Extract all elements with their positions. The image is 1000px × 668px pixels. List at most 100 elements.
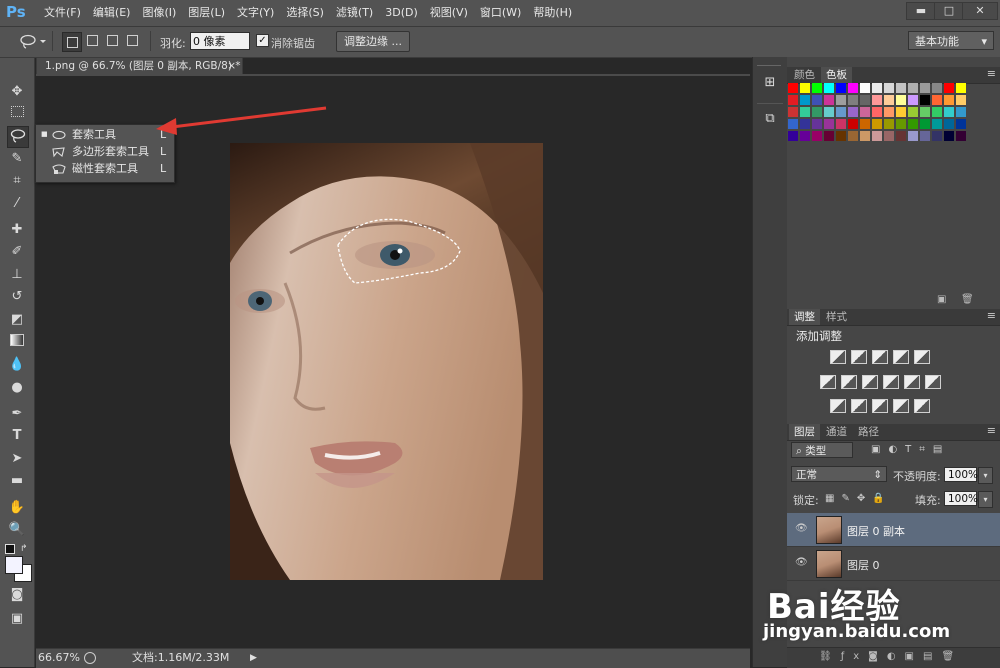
layer-row[interactable]: 👁 图层 0 bbox=[787, 547, 1000, 581]
tab-styles[interactable]: 样式 bbox=[821, 309, 852, 325]
posterize-icon[interactable] bbox=[851, 399, 867, 413]
color-swatch[interactable] bbox=[812, 131, 822, 141]
zoom-tool-icon[interactable]: 🔍 bbox=[7, 520, 27, 540]
gradient-map-icon[interactable] bbox=[914, 399, 930, 413]
subtract-selection-icon[interactable] bbox=[104, 32, 122, 50]
invert-icon[interactable] bbox=[830, 399, 846, 413]
blur-tool-icon[interactable]: 💧 bbox=[7, 355, 27, 375]
color-swatch[interactable] bbox=[836, 107, 846, 117]
color-swatch[interactable] bbox=[860, 119, 870, 129]
color-swatch[interactable] bbox=[848, 107, 858, 117]
quick-mask-icon[interactable]: ◙ bbox=[7, 585, 27, 605]
color-lookup-icon[interactable] bbox=[925, 375, 941, 389]
status-menu-arrow-icon[interactable]: ▶ bbox=[250, 649, 257, 667]
lasso-tool-icon[interactable] bbox=[7, 126, 29, 148]
color-swatch[interactable] bbox=[872, 83, 882, 93]
menu-window[interactable]: 窗口(W) bbox=[474, 0, 527, 26]
color-swatch[interactable] bbox=[920, 131, 930, 141]
color-swatch[interactable] bbox=[788, 83, 798, 93]
flyout-item-magnetic-lasso[interactable]: 磁性套索工具 L bbox=[36, 160, 174, 177]
fill-input[interactable]: 100% bbox=[944, 491, 978, 506]
status-info-icon[interactable] bbox=[84, 652, 96, 664]
workspace-select[interactable]: 基本功能 ▾ bbox=[908, 31, 994, 50]
zoom-level[interactable]: 66.67% bbox=[38, 649, 80, 667]
color-swatch[interactable] bbox=[800, 95, 810, 105]
eye-icon[interactable]: 👁 bbox=[795, 523, 808, 535]
threshold-icon[interactable] bbox=[872, 399, 888, 413]
eyedropper-tool-icon[interactable]: ⁄ bbox=[7, 194, 27, 214]
properties-panel-icon[interactable]: ⧉ bbox=[761, 111, 779, 129]
color-swatch[interactable] bbox=[920, 83, 930, 93]
color-swatch[interactable] bbox=[908, 83, 918, 93]
color-swatch[interactable] bbox=[932, 107, 942, 117]
intersect-selection-icon[interactable] bbox=[124, 32, 142, 50]
color-swatch[interactable] bbox=[848, 119, 858, 129]
color-swatch[interactable] bbox=[800, 131, 810, 141]
color-swatch[interactable] bbox=[848, 95, 858, 105]
layer-name[interactable]: 图层 0 副本 bbox=[847, 523, 905, 539]
move-tool-icon[interactable]: ✥ bbox=[7, 82, 27, 102]
tab-layers[interactable]: 图层 bbox=[789, 424, 820, 440]
history-brush-tool-icon[interactable]: ↺ bbox=[7, 287, 27, 307]
close-window-button[interactable]: ✕ bbox=[962, 2, 998, 20]
opacity-input[interactable]: 100% bbox=[944, 467, 978, 482]
color-balance-icon[interactable] bbox=[841, 375, 857, 389]
color-swatch[interactable] bbox=[944, 83, 954, 93]
foreground-color-swatch[interactable] bbox=[5, 556, 23, 574]
panel-menu-icon[interactable]: ≡ bbox=[987, 424, 996, 437]
history-panel-icon[interactable]: ⊞ bbox=[761, 75, 779, 93]
blend-mode-select[interactable]: 正常 ⇕ bbox=[791, 466, 887, 482]
color-swatch[interactable] bbox=[884, 83, 894, 93]
black-white-icon[interactable] bbox=[862, 375, 878, 389]
minimize-button[interactable]: ▬ bbox=[906, 2, 936, 20]
menu-view[interactable]: 视图(V) bbox=[424, 0, 474, 26]
menu-help[interactable]: 帮助(H) bbox=[527, 0, 578, 26]
color-swatch[interactable] bbox=[860, 131, 870, 141]
color-swatch[interactable] bbox=[920, 119, 930, 129]
color-swatch[interactable] bbox=[884, 119, 894, 129]
close-document-icon[interactable]: × bbox=[227, 58, 236, 75]
color-swatch[interactable] bbox=[944, 131, 954, 141]
hand-tool-icon[interactable]: ✋ bbox=[7, 498, 27, 518]
color-swatch[interactable] bbox=[848, 131, 858, 141]
swatch-grid[interactable] bbox=[788, 83, 988, 163]
layer-filter-select[interactable]: ⌕ 类型 bbox=[791, 442, 853, 458]
color-swatch[interactable] bbox=[932, 131, 942, 141]
panel-menu-icon[interactable]: ≡ bbox=[987, 67, 996, 80]
menu-image[interactable]: 图像(I) bbox=[136, 0, 182, 26]
menu-layer[interactable]: 图层(L) bbox=[182, 0, 231, 26]
marquee-tool-icon[interactable] bbox=[7, 104, 27, 124]
color-swatch[interactable] bbox=[788, 131, 798, 141]
color-swatch[interactable] bbox=[932, 83, 942, 93]
color-swatch[interactable] bbox=[824, 107, 834, 117]
color-swatch[interactable] bbox=[824, 83, 834, 93]
gradient-tool-icon[interactable] bbox=[7, 333, 27, 353]
document-image[interactable] bbox=[230, 143, 543, 580]
trash-icon[interactable]: 🗑 bbox=[961, 294, 974, 305]
refine-edge-button[interactable]: 调整边缘 ... bbox=[336, 31, 410, 52]
color-swatch[interactable] bbox=[812, 107, 822, 117]
vibrance-icon[interactable] bbox=[914, 350, 930, 364]
color-swatch[interactable] bbox=[944, 119, 954, 129]
channel-mixer-icon[interactable] bbox=[904, 375, 920, 389]
color-swatch[interactable] bbox=[956, 119, 966, 129]
levels-icon[interactable] bbox=[851, 350, 867, 364]
color-swatch[interactable] bbox=[932, 119, 942, 129]
color-swatch[interactable] bbox=[908, 107, 918, 117]
color-swatch[interactable] bbox=[944, 107, 954, 117]
tab-color[interactable]: 颜色 bbox=[789, 67, 820, 83]
color-swatch[interactable] bbox=[872, 119, 882, 129]
selective-color-icon[interactable] bbox=[893, 399, 909, 413]
color-swatch[interactable] bbox=[896, 95, 906, 105]
color-swatch[interactable] bbox=[848, 83, 858, 93]
layer-row-selected[interactable]: 👁 图层 0 副本 bbox=[787, 513, 1000, 547]
menu-3d[interactable]: 3D(D) bbox=[379, 0, 424, 26]
tab-adjustments[interactable]: 调整 bbox=[789, 309, 820, 325]
color-swatch[interactable] bbox=[836, 95, 846, 105]
eye-icon[interactable]: 👁 bbox=[795, 557, 808, 569]
hue-saturation-icon[interactable] bbox=[820, 375, 836, 389]
color-swatch[interactable] bbox=[812, 83, 822, 93]
color-swatch[interactable] bbox=[824, 131, 834, 141]
color-swatch[interactable] bbox=[860, 107, 870, 117]
eraser-tool-icon[interactable]: ◩ bbox=[7, 310, 27, 330]
